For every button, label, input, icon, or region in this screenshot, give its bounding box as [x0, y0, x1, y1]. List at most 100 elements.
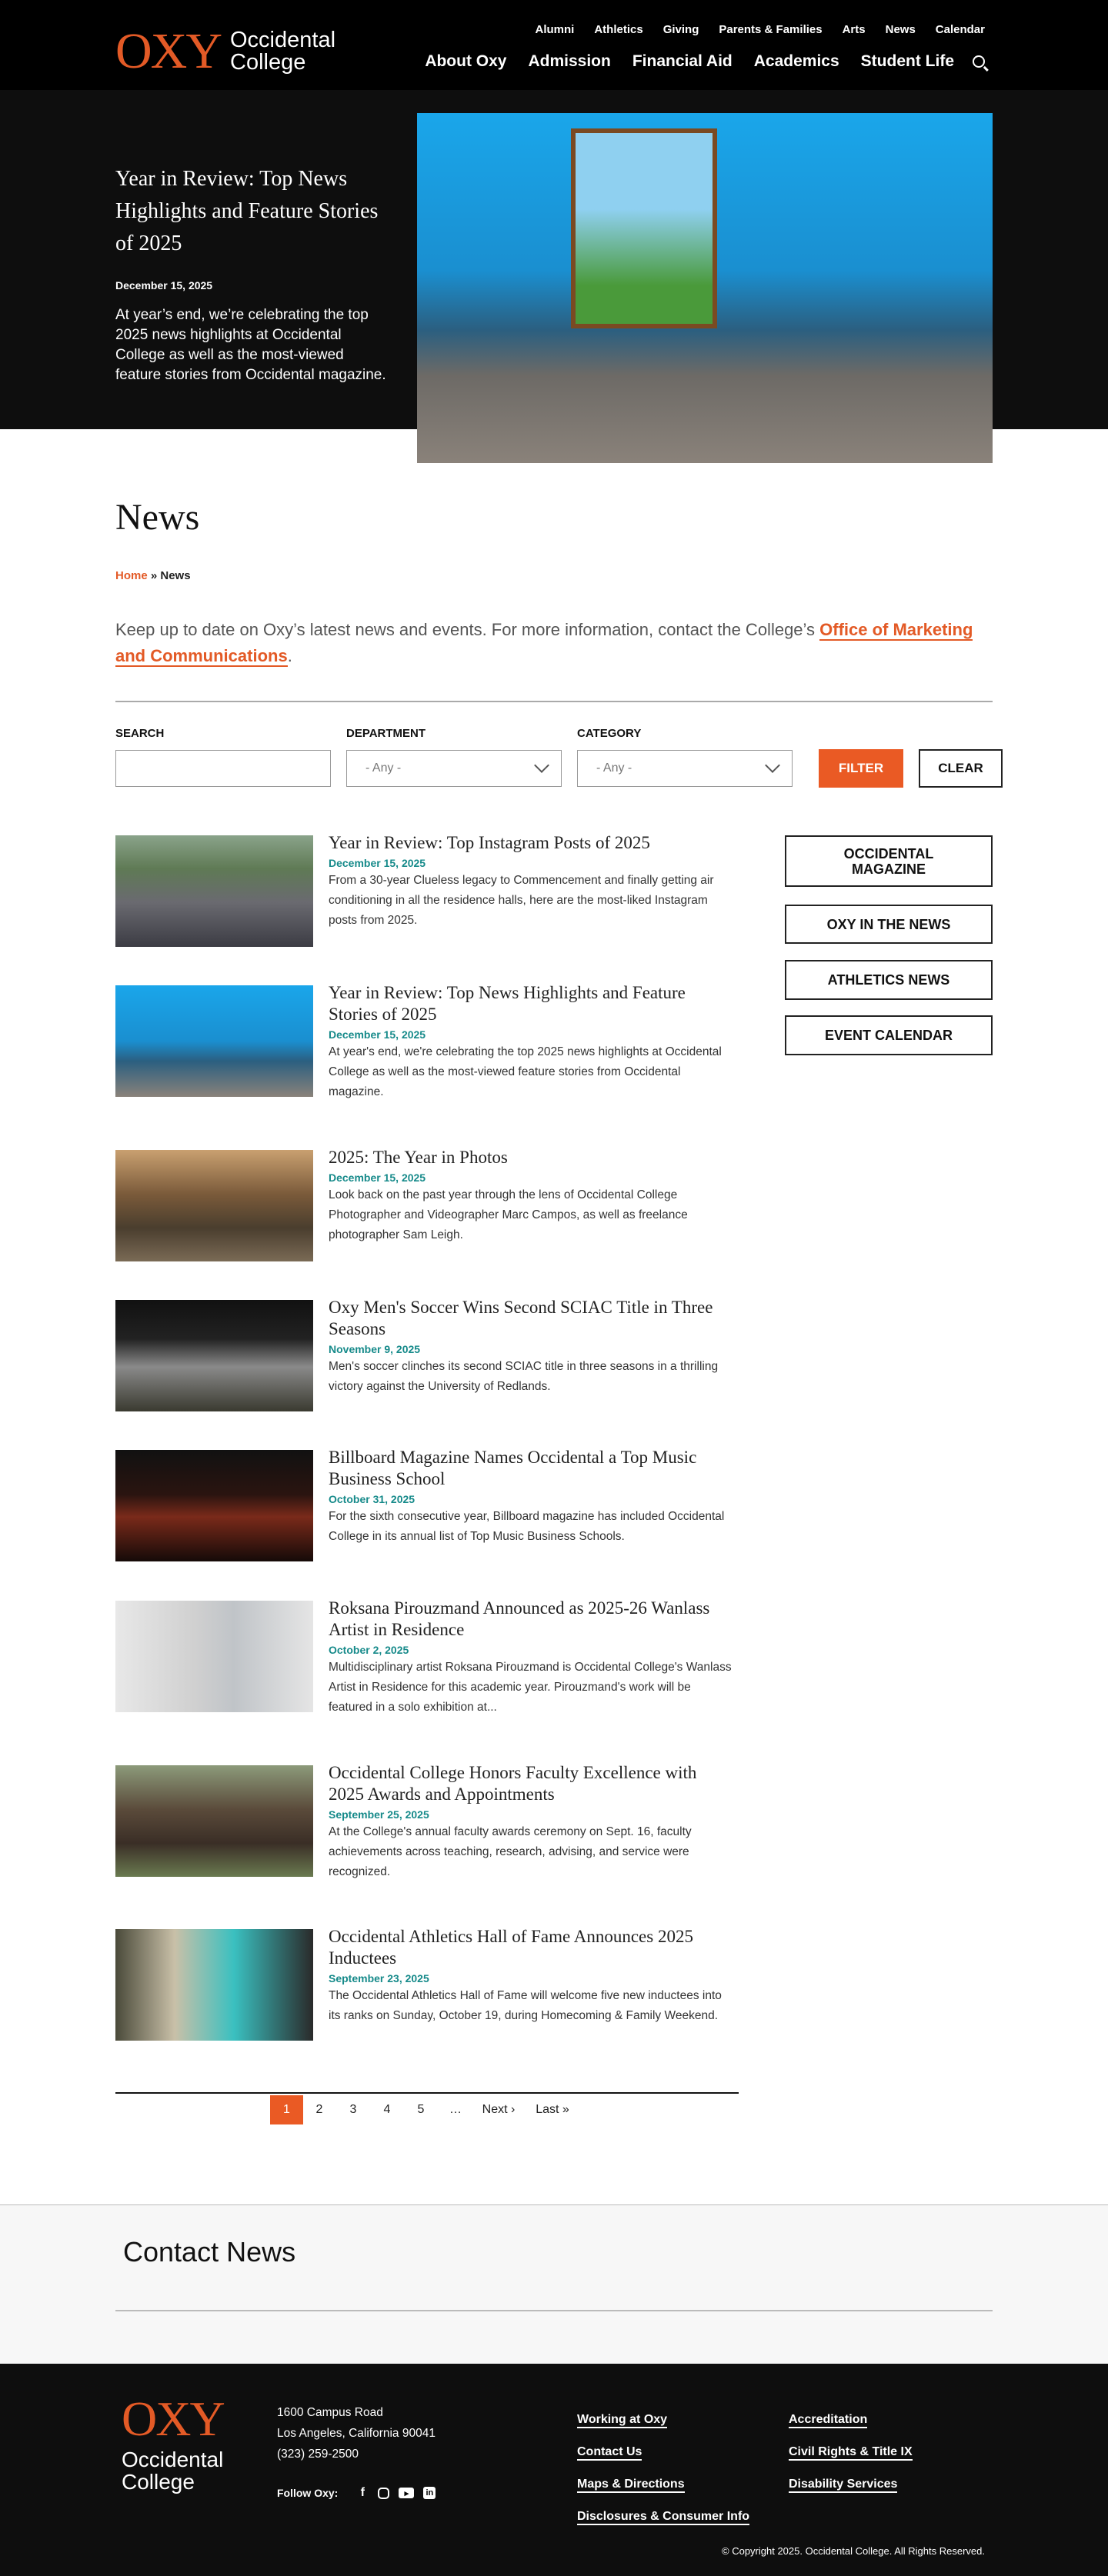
- news-date: September 25, 2025: [329, 1808, 429, 1821]
- util-giving[interactable]: Giving: [663, 23, 699, 36]
- news-text: Occidental College Honors Faculty Excell…: [329, 1762, 736, 1882]
- util-parents[interactable]: Parents & Families: [719, 23, 822, 36]
- news-description: At the College's annual faculty awards c…: [329, 1825, 692, 1878]
- page-2[interactable]: 2: [311, 2095, 328, 2124]
- news-date: November 9, 2025: [329, 1343, 421, 1355]
- news-thumbnail[interactable]: [115, 1601, 313, 1712]
- phone[interactable]: (323) 259-2500: [277, 2444, 436, 2464]
- nav-about[interactable]: About Oxy: [425, 52, 506, 71]
- search-input[interactable]: [115, 750, 331, 787]
- linkedin-icon[interactable]: in: [423, 2487, 436, 2499]
- contact-section: Contact News: [0, 2204, 1108, 2364]
- news-title[interactable]: Year in Review: Top News Highlights and …: [329, 982, 736, 1025]
- news-title[interactable]: Occidental Athletics Hall of Fame Announ…: [329, 1926, 736, 1969]
- nav-student-life[interactable]: Student Life: [861, 52, 954, 71]
- news-text: Year in Review: Top Instagram Posts of 2…: [329, 832, 736, 931]
- news-title[interactable]: Roksana Pirouzmand Announced as 2025-26 …: [329, 1598, 736, 1641]
- occidental-magazine-button[interactable]: OCCIDENTAL MAGAZINE: [785, 835, 993, 887]
- logo-line: Occidental: [122, 2448, 224, 2471]
- news-thumbnail[interactable]: [115, 1150, 313, 1261]
- news-thumbnail[interactable]: [115, 1450, 313, 1561]
- util-alumni[interactable]: Alumni: [535, 23, 574, 36]
- next-page[interactable]: Next ›: [477, 2095, 520, 2124]
- working-at-oxy-link[interactable]: Working at Oxy: [577, 2413, 668, 2428]
- intro-end: .: [287, 646, 292, 665]
- hero-date: December 15, 2025: [115, 279, 213, 292]
- news-date: December 15, 2025: [329, 1171, 426, 1184]
- news-date: October 31, 2025: [329, 1493, 416, 1505]
- utility-nav: Alumni Athletics Giving Parents & Families A…: [515, 23, 985, 37]
- disclosures-link[interactable]: Disclosures & Consumer Info: [577, 2510, 750, 2525]
- util-news[interactable]: News: [886, 23, 916, 36]
- search-icon[interactable]: [973, 55, 989, 72]
- clear-button[interactable]: CLEAR: [919, 749, 1003, 788]
- breadcrumb: Home » News: [115, 569, 191, 582]
- nav-academics[interactable]: Academics: [754, 52, 839, 71]
- follow-label: Follow Oxy:: [277, 2487, 339, 2499]
- news-text: Year in Review: Top News Highlights and …: [329, 982, 736, 1102]
- news-thumbnail[interactable]: [115, 1300, 313, 1411]
- util-arts[interactable]: Arts: [843, 23, 866, 36]
- accreditation-link[interactable]: Accreditation: [789, 2413, 868, 2428]
- civil-rights-link[interactable]: Civil Rights & Title IX: [789, 2445, 913, 2461]
- news-title[interactable]: Oxy Men's Soccer Wins Second SCIAC Title…: [329, 1297, 736, 1340]
- page-3[interactable]: 3: [345, 2095, 362, 2124]
- hero-image[interactable]: [417, 113, 993, 463]
- site-footer: OXY Occidental College 1600 Campus Road …: [0, 2364, 1108, 2576]
- news-text: Roksana Pirouzmand Announced as 2025-26 …: [329, 1598, 736, 1718]
- page-title: News: [115, 497, 200, 538]
- news-thumbnail[interactable]: [115, 1765, 313, 1877]
- hero-title[interactable]: Year in Review: Top News Highlights and …: [115, 163, 385, 260]
- news-thumbnail[interactable]: [115, 985, 313, 1097]
- department-select[interactable]: - Any -: [346, 750, 562, 787]
- news-thumbnail[interactable]: [115, 1929, 313, 2041]
- divider: [115, 701, 993, 702]
- breadcrumb-current: News: [160, 569, 191, 582]
- news-title[interactable]: Year in Review: Top Instagram Posts of 2…: [329, 832, 736, 854]
- news-text: 2025: The Year in Photos December 15, 20…: [329, 1147, 736, 1245]
- logo-mark: OXY: [115, 23, 222, 79]
- oxy-in-the-news-button[interactable]: OXY IN THE NEWS: [785, 905, 993, 944]
- news-title[interactable]: 2025: The Year in Photos: [329, 1147, 736, 1168]
- hero-description: At year’s end, we’re celebrating the top…: [115, 307, 386, 383]
- last-page[interactable]: Last »: [531, 2095, 574, 2124]
- util-calendar[interactable]: Calendar: [936, 23, 985, 36]
- nav-admission[interactable]: Admission: [528, 52, 610, 71]
- news-description: For the sixth consecutive year, Billboar…: [329, 1510, 725, 1543]
- page-4[interactable]: 4: [379, 2095, 395, 2124]
- logo-line: College: [230, 50, 306, 75]
- news-description: From a 30-year Clueless legacy to Commen…: [329, 874, 714, 927]
- page-5[interactable]: 5: [412, 2095, 429, 2124]
- logo-line: Occidental: [230, 28, 336, 52]
- breadcrumb-home[interactable]: Home: [115, 569, 148, 582]
- facebook-icon[interactable]: f: [356, 2487, 369, 2499]
- news-date: December 15, 2025: [329, 1028, 426, 1041]
- footer-address: 1600 Campus Road Los Angeles, California…: [277, 2402, 436, 2464]
- news-title[interactable]: Billboard Magazine Names Occidental a To…: [329, 1447, 736, 1490]
- department-value: - Any -: [365, 761, 402, 775]
- disability-services-link[interactable]: Disability Services: [789, 2478, 898, 2493]
- news-description: Men's soccer clinches its second SCIAC t…: [329, 1360, 719, 1393]
- news-date: October 2, 2025: [329, 1644, 409, 1656]
- event-calendar-button[interactable]: EVENT CALENDAR: [785, 1015, 993, 1055]
- news-description: Look back on the past year through the l…: [329, 1188, 688, 1241]
- news-title[interactable]: Occidental College Honors Faculty Excell…: [329, 1762, 736, 1805]
- util-athletics[interactable]: Athletics: [594, 23, 642, 36]
- instagram-icon[interactable]: [378, 2487, 390, 2499]
- site-logo[interactable]: OXY Occidental College: [115, 26, 335, 77]
- pagination-rule: [115, 2092, 739, 2094]
- news-text: Billboard Magazine Names Occidental a To…: [329, 1447, 736, 1547]
- nav-financial-aid[interactable]: Financial Aid: [632, 52, 733, 71]
- news-thumbnail[interactable]: [115, 835, 313, 947]
- youtube-icon[interactable]: ▸: [399, 2488, 415, 2498]
- athletics-news-button[interactable]: ATHLETICS NEWS: [785, 960, 993, 1000]
- intro-body: Keep up to date on Oxy’s latest news and…: [115, 620, 820, 639]
- page-1[interactable]: 1: [270, 2095, 303, 2124]
- category-select[interactable]: - Any -: [577, 750, 793, 787]
- news-text: Occidental Athletics Hall of Fame Announ…: [329, 1926, 736, 2026]
- filter-button[interactable]: FILTER: [819, 749, 903, 788]
- maps-directions-link[interactable]: Maps & Directions: [577, 2478, 685, 2493]
- category-label: CATEGORY: [577, 727, 642, 740]
- contact-us-link[interactable]: Contact Us: [577, 2445, 642, 2461]
- footer-logo[interactable]: OXY Occidental College: [122, 2394, 225, 2494]
